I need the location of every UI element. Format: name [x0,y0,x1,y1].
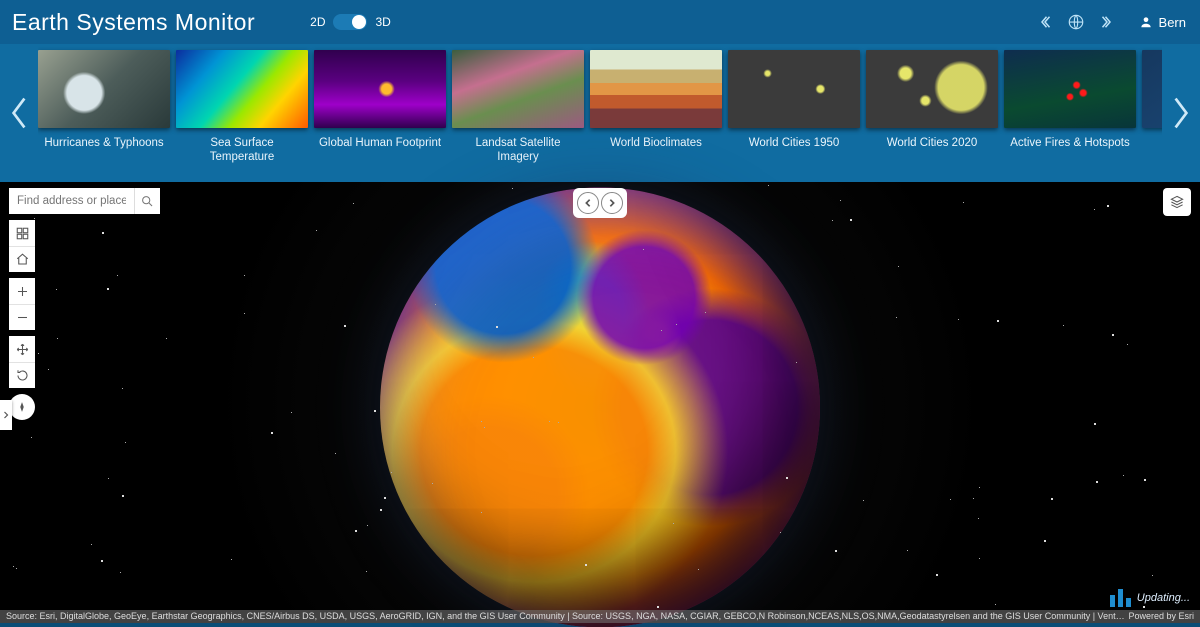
search-input[interactable] [9,188,134,214]
card-label: World Bioclimates [590,136,722,150]
carousel-card[interactable]: World Bioclimates [590,50,722,178]
card-label: Sea Surface Temperature [176,136,308,165]
card-thumbnail [728,50,860,128]
swipe-prev-button[interactable] [577,192,599,214]
swipe-next-button[interactable] [601,192,623,214]
navigation-toolbar [9,220,35,420]
carousel-card[interactable]: Hurricanes & Typhoons [38,50,170,178]
card-thumbnail [590,50,722,128]
zoom-in-button[interactable] [9,278,35,304]
card-label: Hurricanes & Typhoons [38,136,170,150]
view-mode-toggle: 2D 3D [310,14,391,30]
card-thumbnail [866,50,998,128]
carousel-card[interactable]: Landsat Satellite Imagery [452,50,584,178]
layer-carousel: Hurricanes & Typhoons Sea Surface Tempera… [0,44,1200,182]
carousel-prev-button[interactable] [0,44,38,182]
search-widget [9,188,160,214]
card-label: Active Fires & Hotspots [1004,136,1136,150]
card-label: Global Human Footprint [314,136,446,150]
card-label: World Cities 2020 [866,136,998,150]
carousel-card[interactable]: Global Human Footprint [314,50,446,178]
pan-button[interactable] [9,336,35,362]
toggle-2d-3d[interactable] [333,14,367,30]
carousel-card[interactable]: Air Routes [1142,50,1162,178]
layers-button[interactable] [1163,188,1191,216]
card-thumbnail [314,50,446,128]
app-title: Earth Systems Monitor [12,9,255,36]
basemap-gallery-button[interactable] [9,220,35,246]
carousel-card[interactable]: Sea Surface Temperature [176,50,308,178]
zoom-out-button[interactable] [9,304,35,330]
card-thumbnail [176,50,308,128]
compass-button[interactable] [9,394,35,420]
carousel-card[interactable]: World Cities 2020 [866,50,998,178]
carousel-track: Hurricanes & Typhoons Sea Surface Tempera… [38,44,1162,182]
card-thumbnail [1142,50,1162,128]
scene-view[interactable]: Updating... Source: Esri, DigitalGlobe, … [0,182,1200,623]
bookmark-prev-button[interactable] [1037,11,1059,33]
attribution-powered: Powered by Esri [1128,610,1194,623]
globe-icon[interactable] [1065,11,1087,33]
globe[interactable] [380,187,820,627]
card-label: World Cities 1950 [728,136,860,150]
app-header: Earth Systems Monitor 2D 3D Bern [0,0,1200,44]
card-label: Air Routes [1142,136,1162,150]
card-thumbnail [452,50,584,128]
rotate-button[interactable] [9,362,35,388]
home-button[interactable] [9,246,35,272]
view-2d-label: 2D [310,15,325,29]
status-text: Updating... [1137,592,1190,604]
card-thumbnail [1004,50,1136,128]
carousel-next-button[interactable] [1162,44,1200,182]
search-button[interactable] [134,188,160,214]
user-name: Bern [1159,15,1186,30]
view-3d-label: 3D [375,15,390,29]
card-label: Landsat Satellite Imagery [452,136,584,165]
loading-status: Updating... [1110,589,1190,607]
carousel-card[interactable]: World Cities 1950 [728,50,860,178]
attribution-credits: Source: Esri, DigitalGlobe, GeoEye, Eart… [6,610,1128,623]
loading-icon [1110,589,1131,607]
card-thumbnail [38,50,170,128]
carousel-card[interactable]: Active Fires & Hotspots [1004,50,1136,178]
attribution-bar: Source: Esri, DigitalGlobe, GeoEye, Eart… [0,610,1200,623]
bookmark-next-button[interactable] [1093,11,1115,33]
side-panel-toggle[interactable] [0,400,12,430]
user-menu[interactable]: Bern [1139,15,1186,30]
swipe-widget [573,188,627,218]
